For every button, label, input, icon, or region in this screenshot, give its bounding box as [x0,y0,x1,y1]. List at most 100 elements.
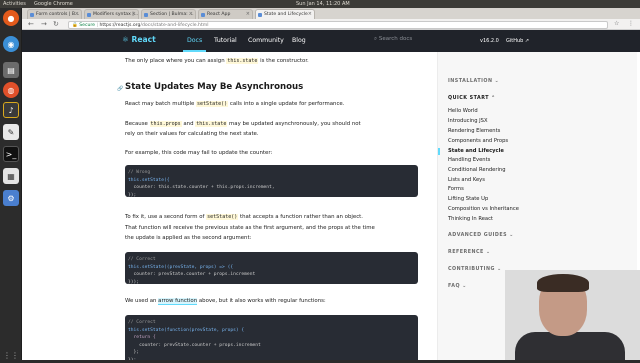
person-hair [537,274,589,292]
text: We used an [125,298,159,304]
bookmark-star-icon[interactable]: ☆ [614,20,619,27]
close-icon[interactable]: × [246,11,250,17]
version-link[interactable]: v16.2.0 [480,38,499,44]
app-menu[interactable]: Google Chrome [34,1,73,7]
back-icon[interactable]: ← [28,20,34,28]
reload-icon[interactable]: ↻ [53,20,59,28]
github-link[interactable]: GitHub ↗ [506,38,529,44]
anchor-link-icon[interactable]: 🔗 [117,84,123,94]
sidebar-item-handling-events[interactable]: Handling Events [448,157,490,163]
chrome-icon[interactable]: ◉ [3,36,19,52]
firefox-icon[interactable]: ● [3,10,19,26]
nav-blog[interactable]: Blog [292,37,306,44]
section-label: FAQ [448,284,461,289]
text-editor-icon[interactable]: ✎ [3,124,19,140]
favicon-icon [258,12,262,17]
close-icon[interactable]: × [189,11,193,17]
react-logo[interactable]: ⚛ React [122,35,156,44]
code-line: }; [128,350,140,355]
sidebar-item-composition[interactable]: Composition vs Inheritance [448,206,519,212]
sidebar-item-lifting-state-up[interactable]: Lifting State Up [448,196,488,202]
tab-modifiers[interactable]: Modifiers syntax |... × [84,9,139,19]
tab-state-and-lifecycle[interactable]: State and Lifecycle × [255,9,315,19]
rhythmbox-icon[interactable]: ♪ [3,102,19,118]
arrow-function-link[interactable]: arrow function [158,298,198,305]
tab-react-app[interactable]: React App × [198,9,253,19]
text: the update is applied as the second argu… [125,235,252,241]
nav-tutorial[interactable]: Tutorial [214,37,237,44]
text: To fix it, use a second form of [125,214,207,220]
section-label: REFERENCE [448,250,484,255]
close-icon[interactable]: × [75,11,79,17]
text: calls into a single update for performan… [228,101,345,107]
paragraph: We used an arrow function above, but it … [125,296,425,306]
code-line: }); [128,192,137,198]
terminal-icon[interactable]: >_ [3,146,19,162]
forward-icon[interactable]: → [41,20,47,28]
react-site-header: ⚛ React Docs Tutorial Community Blog ⌕ S… [22,30,640,52]
close-icon[interactable]: × [132,11,136,17]
code-line: this.setState({ [128,177,170,183]
sidebar-item-forms[interactable]: Forms [448,186,464,192]
sidebar-item-conditional-rendering[interactable]: Conditional Rendering [448,167,506,173]
text: The only place where you can assign [125,58,227,64]
section-reference[interactable]: REFERENCE ⌄ [448,250,491,255]
sidebar-item-hello-world[interactable]: Hello World [448,108,478,114]
url-input[interactable]: 🔒 Secure | https://reactjs.org/docs/stat… [68,20,608,29]
code-block-wrong: // Wrong this.setState({ counter: this.s… [125,165,418,198]
sidebar-item-components-and-props[interactable]: Components and Props [448,138,508,144]
sidebar-item-lists-and-keys[interactable]: Lists and Keys [448,177,485,183]
section-quick-start[interactable]: QUICK START ⌃ [448,96,496,101]
active-indicator [438,148,440,155]
inline-code: this.props [149,121,182,127]
favicon-icon [87,12,91,17]
code-line: this.setState((prevState, props) => ({ [128,264,234,270]
nav-community[interactable]: Community [248,37,284,44]
tab-label: State and Lifecycle [264,12,308,17]
section-label: CONTRIBUTING [448,267,495,272]
paragraph: To fix it, use a second form of setState… [125,212,425,244]
code-comment: // Correct [128,320,156,325]
inline-code: setState() [196,101,229,107]
section-label: INSTALLATION [448,79,493,84]
ubuntu-software-icon[interactable]: ◍ [3,82,19,98]
paragraph: For example, this code may fail to updat… [125,150,273,156]
activities-button[interactable]: Activities [3,1,26,7]
tab-form-controls[interactable]: Form controls | B... × [27,9,82,19]
chevron-down-icon: ⌄ [485,250,491,255]
text: and [181,121,196,127]
sidebar-item-thinking-in-react[interactable]: Thinking In React [448,216,493,222]
section-label: ADVANCED GUIDES [448,233,508,238]
tab-section-bulma[interactable]: Section | Bulma: ... × [141,9,196,19]
clock[interactable]: Sun Jan 14, 11:20 AM [296,1,350,7]
inline-code: this.state [195,121,228,127]
close-icon[interactable]: × [308,11,312,17]
logo-text: React [131,35,156,44]
section-faq[interactable]: FAQ ⌄ [448,284,467,289]
sidebar-item-introducing-jsx[interactable]: Introducing JSX [448,118,488,124]
tab-label: Section | Bulma: ... [150,12,194,17]
writer-icon[interactable]: ▦ [3,168,19,184]
code-line: counter: this.state.counter + this.props… [128,185,275,190]
nav-docs[interactable]: Docs [182,37,207,52]
section-advanced-guides[interactable]: ADVANCED GUIDES ⌄ [448,233,514,238]
section-contributing[interactable]: CONTRIBUTING ⌄ [448,267,502,272]
text: Because [125,121,150,127]
settings-icon[interactable]: ⚙ [3,190,19,206]
text: above, but it also works with regular fu… [197,298,326,304]
sidebar-item-rendering-elements[interactable]: Rendering Elements [448,128,500,134]
files-icon[interactable]: ▤ [3,62,19,78]
url-host: https://reactjs.org [99,22,141,28]
search-docs-input[interactable]: ⌕ Search docs [374,36,412,43]
code-comment: // Correct [128,257,156,262]
sidebar-item-state-and-lifecycle[interactable]: State and Lifecycle [448,148,504,154]
favicon-icon [30,12,34,17]
paragraph: Because this.props and this.state may be… [125,119,425,139]
search-icon: ⌕ [374,36,378,42]
menu-icon[interactable]: ⋮ [628,20,634,27]
code-comment: // Wrong [128,170,151,175]
section-installation[interactable]: INSTALLATION ⌄ [448,79,499,84]
code-line: counter: prevState.counter + props.incre… [128,342,261,348]
lock-icon: 🔒 [72,22,78,28]
show-apps-icon[interactable]: ⋮⋮ [3,347,19,363]
